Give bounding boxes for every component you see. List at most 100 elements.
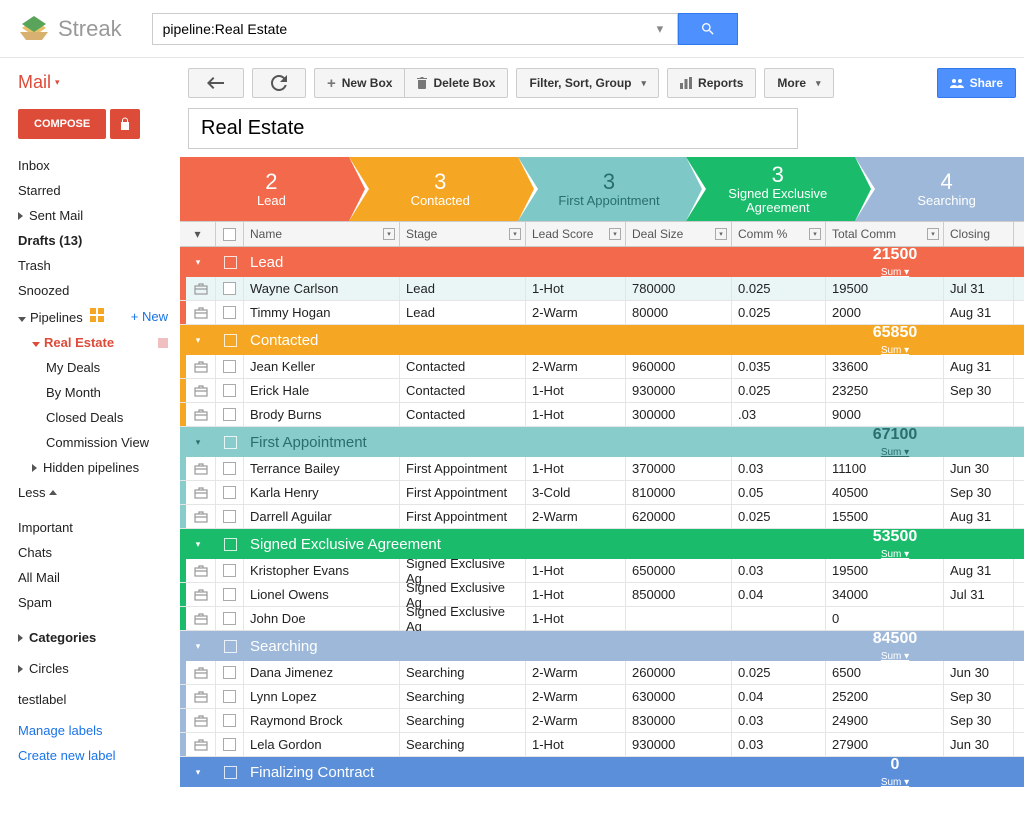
cell-deal-size[interactable]: 960000 [626, 355, 732, 378]
row-checkbox[interactable] [223, 282, 236, 295]
header-collapse[interactable]: ▾ [180, 222, 216, 246]
header-deal-size[interactable]: Deal Size▾ [626, 222, 732, 246]
row-checkbox[interactable] [223, 738, 236, 751]
table-row[interactable]: Karla HenryFirst Appointment3-Cold810000… [180, 481, 1024, 505]
cell-comm-pct[interactable]: .03 [732, 403, 826, 426]
cell-stage[interactable]: Searching [400, 685, 526, 708]
table-row[interactable]: Erick HaleContacted1-Hot9300000.02523250… [180, 379, 1024, 403]
cell-total-comm[interactable]: 40500 [826, 481, 944, 504]
compose-lock-button[interactable] [110, 109, 140, 139]
row-checkbox[interactable] [223, 564, 236, 577]
cell-lead-score[interactable]: 1-Hot [526, 733, 626, 756]
cell-comm-pct[interactable]: 0.025 [732, 379, 826, 402]
cell-name[interactable]: Lynn Lopez [244, 685, 400, 708]
cell-deal-size[interactable]: 370000 [626, 457, 732, 480]
row-checkbox[interactable] [223, 588, 236, 601]
group-header[interactable]: ▾Lead21500Sum ▾ [180, 247, 1024, 277]
cell-name[interactable]: Lela Gordon [244, 733, 400, 756]
create-label-link[interactable]: Create new label [18, 743, 180, 768]
cell-deal-size[interactable] [626, 607, 732, 630]
box-icon[interactable] [186, 583, 216, 606]
cell-name[interactable]: Raymond Brock [244, 709, 400, 732]
box-icon[interactable] [186, 481, 216, 504]
stage-lead[interactable]: 2Lead [180, 157, 349, 221]
row-checkbox[interactable] [223, 360, 236, 373]
cell-total-comm[interactable]: 23250 [826, 379, 944, 402]
cell-closing[interactable]: Aug 31 [944, 301, 1014, 324]
group-checkbox[interactable] [224, 436, 237, 449]
group-checkbox[interactable] [224, 256, 237, 269]
sidebar-item-my-deals[interactable]: My Deals [18, 355, 180, 380]
header-closing[interactable]: Closing [944, 222, 1014, 246]
sidebar-item-commission-view[interactable]: Commission View [18, 430, 180, 455]
sidebar-item-inbox[interactable]: Inbox [18, 153, 180, 178]
group-header[interactable]: ▾Contacted65850Sum ▾ [180, 325, 1024, 355]
cell-name[interactable]: Karla Henry [244, 481, 400, 504]
box-icon[interactable] [186, 403, 216, 426]
table-row[interactable]: Brody BurnsContacted1-Hot300000.039000 [180, 403, 1024, 427]
search-input[interactable] [153, 14, 657, 44]
group-header[interactable]: ▾Finalizing Contract0Sum ▾ [180, 757, 1024, 787]
sidebar-item-spam[interactable]: Spam [18, 590, 180, 615]
cell-comm-pct[interactable]: 0.04 [732, 583, 826, 606]
cell-name[interactable]: Timmy Hogan [244, 301, 400, 324]
cell-total-comm[interactable]: 15500 [826, 505, 944, 528]
search-dropdown-icon[interactable]: ▾ [657, 21, 677, 37]
row-checkbox[interactable] [223, 486, 236, 499]
cell-comm-pct[interactable]: 0.025 [732, 505, 826, 528]
sidebar-item-testlabel[interactable]: testlabel [18, 687, 180, 712]
sidebar-item-important[interactable]: Important [18, 515, 180, 540]
cell-lead-score[interactable]: 2-Warm [526, 355, 626, 378]
box-icon[interactable] [186, 607, 216, 630]
cell-comm-pct[interactable]: 0.025 [732, 301, 826, 324]
cell-total-comm[interactable]: 11100 [826, 457, 944, 480]
cell-total-comm[interactable]: 9000 [826, 403, 944, 426]
box-icon[interactable] [186, 661, 216, 684]
cell-lead-score[interactable]: 1-Hot [526, 457, 626, 480]
row-checkbox[interactable] [223, 510, 236, 523]
cell-total-comm[interactable]: 19500 [826, 277, 944, 300]
cell-closing[interactable]: Sep 30 [944, 379, 1014, 402]
cell-closing[interactable] [944, 403, 1014, 426]
cell-lead-score[interactable]: 1-Hot [526, 403, 626, 426]
header-name[interactable]: Name▾ [244, 222, 400, 246]
cell-total-comm[interactable]: 34000 [826, 583, 944, 606]
box-icon[interactable] [186, 355, 216, 378]
sidebar-item-starred[interactable]: Starred [18, 178, 180, 203]
cell-name[interactable]: Jean Keller [244, 355, 400, 378]
group-header[interactable]: ▾First Appointment67100Sum ▾ [180, 427, 1024, 457]
cell-stage[interactable]: First Appointment [400, 457, 526, 480]
cell-deal-size[interactable]: 620000 [626, 505, 732, 528]
row-checkbox[interactable] [223, 462, 236, 475]
cell-stage[interactable]: First Appointment [400, 481, 526, 504]
share-button[interactable]: Share [937, 68, 1016, 98]
table-row[interactable]: Wayne CarlsonLead1-Hot7800000.02519500Ju… [180, 277, 1024, 301]
header-lead-score[interactable]: Lead Score▾ [526, 222, 626, 246]
box-icon[interactable] [186, 379, 216, 402]
row-checkbox[interactable] [223, 384, 236, 397]
sidebar-item-real-estate[interactable]: Real Estate [18, 330, 180, 355]
cell-closing[interactable] [944, 607, 1014, 630]
cell-lead-score[interactable]: 1-Hot [526, 277, 626, 300]
cell-total-comm[interactable]: 19500 [826, 559, 944, 582]
cell-comm-pct[interactable]: 0.04 [732, 685, 826, 708]
cell-total-comm[interactable]: 24900 [826, 709, 944, 732]
cell-comm-pct[interactable]: 0.03 [732, 559, 826, 582]
group-checkbox[interactable] [224, 640, 237, 653]
box-icon[interactable] [186, 277, 216, 300]
row-checkbox[interactable] [223, 408, 236, 421]
sidebar-item-pipelines[interactable]: Pipelines + New [18, 303, 180, 330]
sidebar-item-all-mail[interactable]: All Mail [18, 565, 180, 590]
delete-box-button[interactable]: Delete Box [404, 68, 508, 98]
cell-deal-size[interactable]: 650000 [626, 559, 732, 582]
table-row[interactable]: Timmy HoganLead2-Warm800000.0252000Aug 3… [180, 301, 1024, 325]
sidebar-item-sent[interactable]: Sent Mail [18, 203, 180, 228]
table-row[interactable]: Kristopher EvansSigned Exclusive Ag1-Hot… [180, 559, 1024, 583]
stage-contacted[interactable]: 3Contacted [349, 157, 518, 221]
cell-closing[interactable]: Sep 30 [944, 685, 1014, 708]
group-checkbox[interactable] [224, 766, 237, 779]
cell-total-comm[interactable]: 6500 [826, 661, 944, 684]
mail-dropdown[interactable]: Mail▾ [18, 72, 180, 93]
cell-name[interactable]: Darrell Aguilar [244, 505, 400, 528]
cell-name[interactable]: Terrance Bailey [244, 457, 400, 480]
